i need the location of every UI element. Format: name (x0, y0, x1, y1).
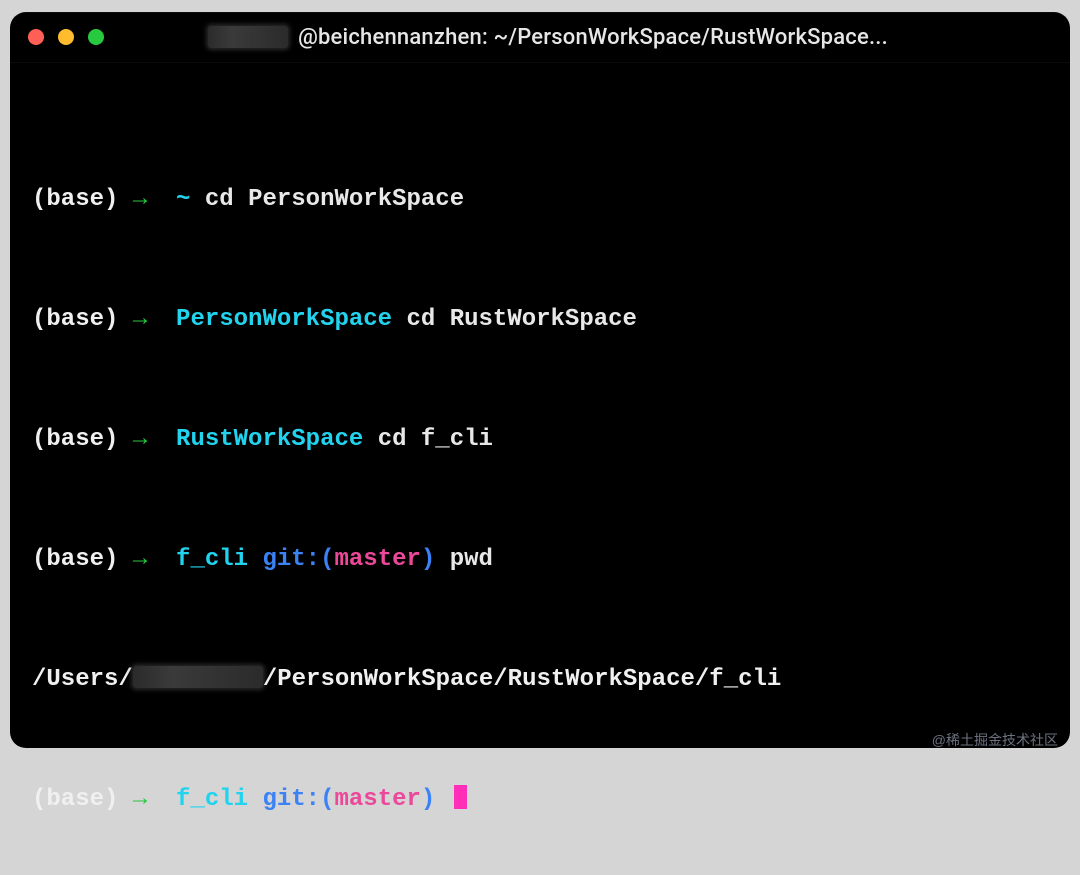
command-text: cd RustWorkSpace (407, 306, 637, 333)
close-icon[interactable] (28, 29, 44, 45)
terminal-window: @beichennanzhen: ~/PersonWorkSpace/RustW… (10, 12, 1070, 748)
terminal-line: (base) → ~ cd PersonWorkSpace (32, 185, 1048, 215)
command-text: pwd (450, 546, 493, 573)
terminal-output: /Users/ /PersonWorkSpace/RustWorkSpace/f_… (32, 665, 1048, 695)
terminal-line: (base) → RustWorkSpace cd f_cli (32, 425, 1048, 455)
prompt-arrow-icon: → (133, 786, 147, 813)
prompt-env: (base) (32, 306, 118, 333)
terminal-line: (base) → PersonWorkSpace cd RustWorkSpac… (32, 305, 1048, 335)
redacted-username (208, 26, 288, 48)
prompt-env: (base) (32, 426, 118, 453)
terminal-line: (base) → f_cli git:(master) (32, 785, 1048, 815)
prompt-arrow-icon: → (133, 426, 147, 453)
command-text: cd f_cli (378, 426, 493, 453)
git-label: git:( (262, 546, 334, 573)
terminal-body[interactable]: (base) → ~ cd PersonWorkSpace (base) → P… (10, 63, 1070, 875)
command-text: cd PersonWorkSpace (205, 186, 464, 213)
prompt-arrow-icon: → (133, 186, 147, 213)
git-label: git:( (262, 786, 334, 813)
git-branch: master (334, 546, 420, 573)
prompt-env: (base) (32, 546, 118, 573)
cwd-name: RustWorkSpace (176, 426, 363, 453)
prompt-arrow-icon: → (133, 546, 147, 573)
output-text: /PersonWorkSpace/RustWorkSpace/f_cli (263, 666, 781, 693)
redacted-username (133, 666, 263, 688)
prompt-env: (base) (32, 786, 118, 813)
cwd-home: ~ (176, 186, 190, 213)
git-branch: master (334, 786, 420, 813)
cursor-icon (454, 785, 467, 809)
watermark-text: @稀土掘金技术社区 (932, 730, 1058, 750)
cwd-name: f_cli (176, 786, 248, 813)
window-titlebar: @beichennanzhen: ~/PersonWorkSpace/RustW… (10, 12, 1070, 63)
prompt-arrow-icon: → (133, 306, 147, 333)
cwd-name: f_cli (176, 546, 248, 573)
git-close: ) (421, 786, 435, 813)
window-title-wrap: @beichennanzhen: ~/PersonWorkSpace/RustW… (44, 25, 1052, 50)
terminal-line: (base) → f_cli git:(master) pwd (32, 545, 1048, 575)
prompt-env: (base) (32, 186, 118, 213)
output-text: /Users/ (32, 666, 133, 693)
window-title: @beichennanzhen: ~/PersonWorkSpace/RustW… (298, 25, 888, 50)
cwd-name: PersonWorkSpace (176, 306, 392, 333)
git-close: ) (421, 546, 435, 573)
